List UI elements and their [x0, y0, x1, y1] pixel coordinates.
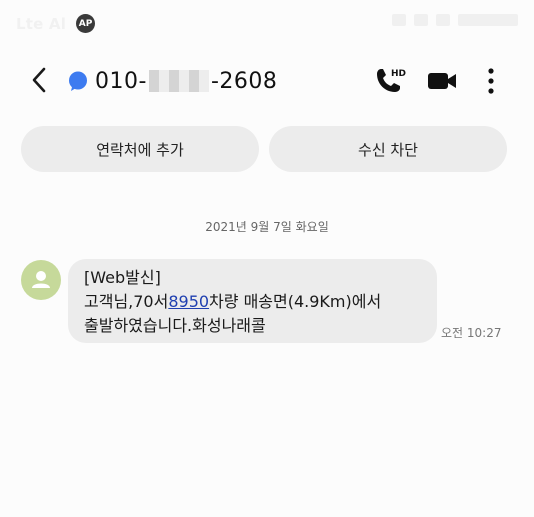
alarm-icon	[392, 14, 406, 26]
app-notification-icon: AP	[76, 14, 96, 33]
more-options-button[interactable]	[480, 65, 502, 97]
message-line-2: 고객님,70서8950차량 매송면(4.9Km)에서	[84, 290, 421, 314]
block-number-button[interactable]: 수신 차단	[269, 126, 507, 172]
chat-dot-icon	[69, 71, 87, 91]
number-suffix: -2608	[210, 68, 278, 94]
conversation-header: 010- -2608 HD	[0, 55, 534, 107]
call-hd-icon: HD	[377, 69, 406, 92]
video-icon	[428, 73, 456, 89]
add-contact-button[interactable]: 연락처에 추가	[21, 126, 259, 172]
call-button[interactable]: HD	[372, 65, 408, 97]
message-line-1: [Web발신]	[84, 268, 161, 287]
person-icon	[32, 271, 50, 288]
contact-number: 010- -2608	[95, 67, 277, 95]
message-text: 고객님,70서	[84, 292, 169, 311]
avatar[interactable]	[21, 260, 61, 300]
battery-icon	[458, 14, 518, 26]
message-timestamp: 오전 10:27	[441, 326, 502, 340]
status-time: Lte Al	[16, 14, 67, 33]
status-icons	[392, 14, 518, 26]
number-link[interactable]: 8950	[168, 292, 209, 311]
message-bubble[interactable]: [Web발신] 고객님,70서8950차량 매송면(4.9Km)에서 출발하였습…	[68, 259, 437, 343]
number-prefix: 010-	[95, 68, 147, 94]
video-call-button[interactable]	[426, 67, 458, 95]
back-button[interactable]	[24, 65, 54, 95]
message-line-3: 출발하였습니다.화성나래콜	[84, 316, 266, 335]
masked-digits	[148, 70, 209, 92]
wifi-icon	[414, 14, 428, 26]
signal-icon	[436, 14, 450, 26]
more-vert-icon	[488, 68, 494, 94]
action-row: 연락처에 추가 수신 차단	[21, 126, 507, 172]
back-icon	[32, 67, 46, 93]
status-bar: Lte Al AP	[0, 0, 534, 48]
date-separator: 2021년 9월 7일 화요일	[205, 220, 329, 234]
svg-text:HD: HD	[391, 69, 406, 79]
status-left: Lte Al AP	[16, 14, 96, 33]
message-text: 차량 매송면(4.9Km)에서	[209, 292, 382, 311]
